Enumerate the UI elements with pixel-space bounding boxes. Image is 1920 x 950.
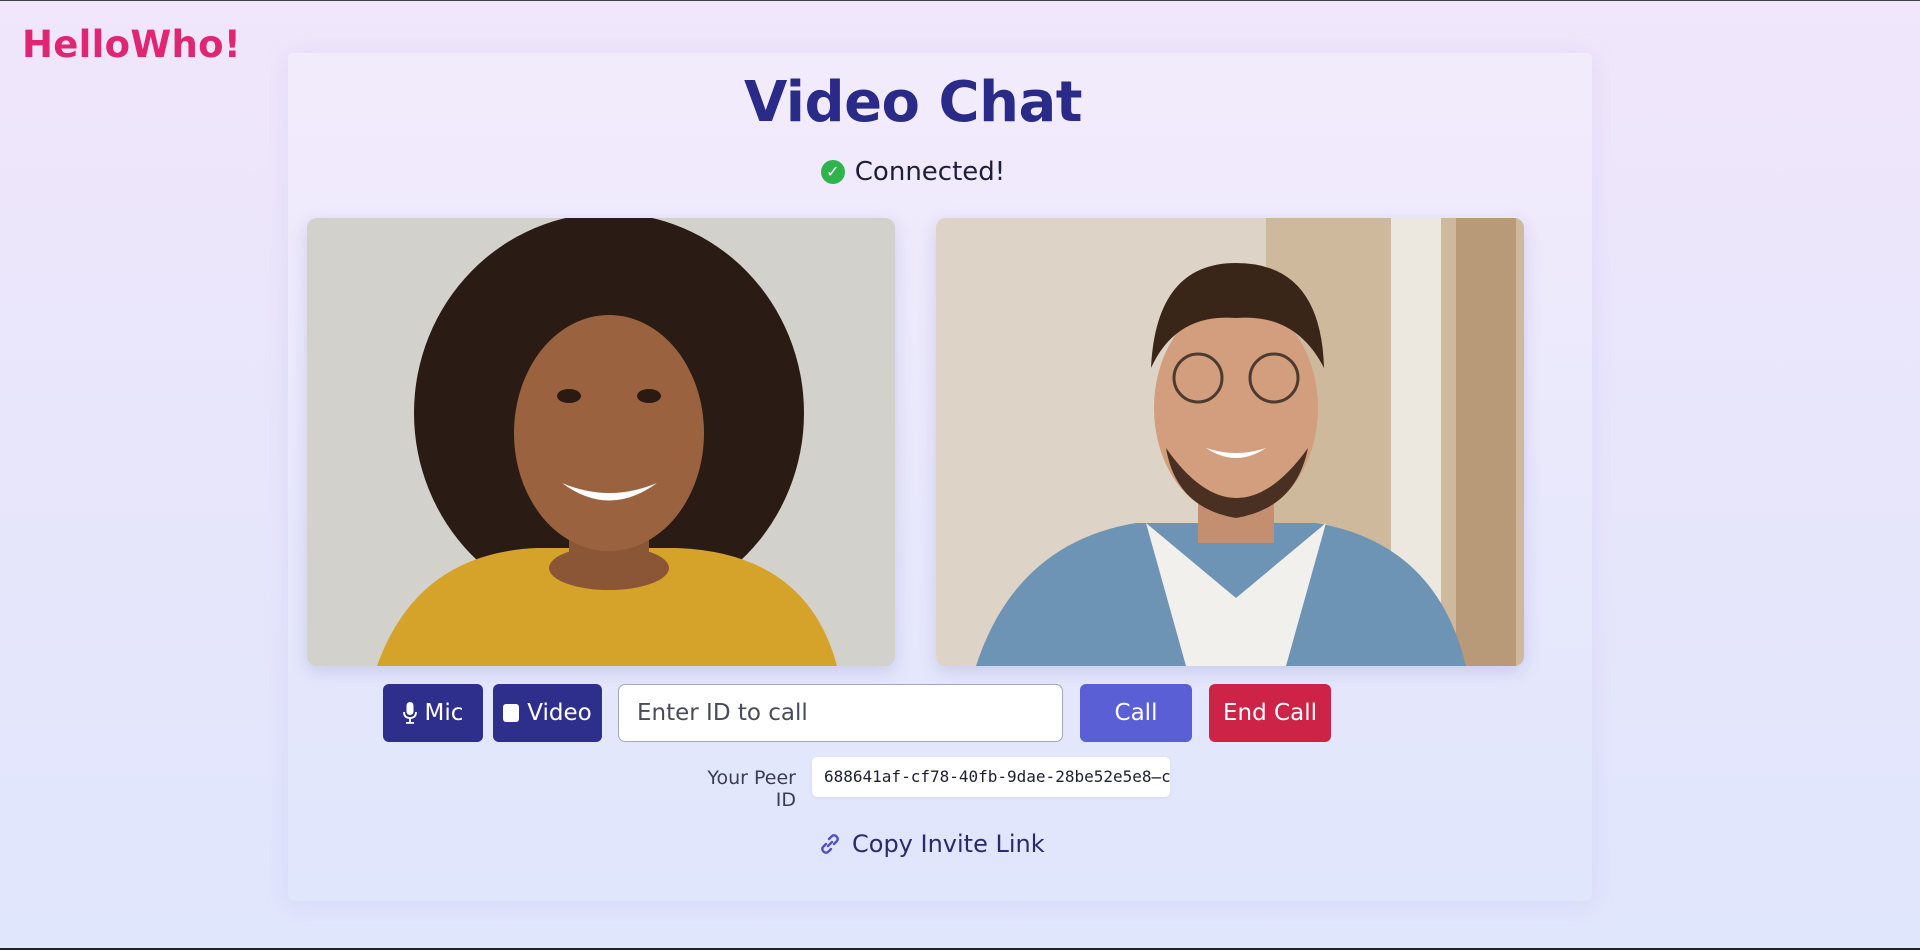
copy-invite-label: Copy Invite Link (852, 830, 1045, 858)
video-chat-panel: Video Chat ✓ Connected! Mic Video Enter … (288, 53, 1592, 901)
copy-invite-link[interactable]: Copy Invite Link (818, 827, 1045, 861)
peer-id-row: Your Peer ID 688641af-cf78-40fb-9dae-28b… (288, 757, 1592, 811)
remote-video-feed (936, 218, 1524, 666)
app-logo: HelloWho! (22, 23, 241, 66)
video-button[interactable]: Video (493, 684, 602, 742)
link-icon (818, 832, 842, 856)
local-video-feed (307, 218, 895, 666)
connection-status: ✓ Connected! (288, 157, 1538, 187)
video-square-icon (503, 704, 520, 722)
call-button[interactable]: Call (1080, 684, 1192, 742)
video-button-label: Video (527, 700, 592, 726)
page-title: Video Chat (743, 70, 1083, 135)
microphone-icon (402, 702, 417, 724)
peer-id-label: Your Peer ID (707, 767, 796, 811)
call-id-input[interactable] (618, 684, 1063, 742)
call-controls: Mic Video Call End Call (288, 684, 1592, 744)
end-call-button[interactable]: End Call (1209, 684, 1331, 742)
mic-button-label: Mic (424, 700, 464, 726)
check-circle-icon: ✓ (820, 160, 845, 184)
local-video (307, 218, 895, 666)
remote-video (936, 218, 1524, 666)
peer-id-value[interactable]: 688641af-cf78-40fb-9dae-28be52e5e8̶c (812, 757, 1170, 797)
status-text: Connected! (854, 157, 1006, 187)
mic-button[interactable]: Mic (383, 684, 483, 742)
